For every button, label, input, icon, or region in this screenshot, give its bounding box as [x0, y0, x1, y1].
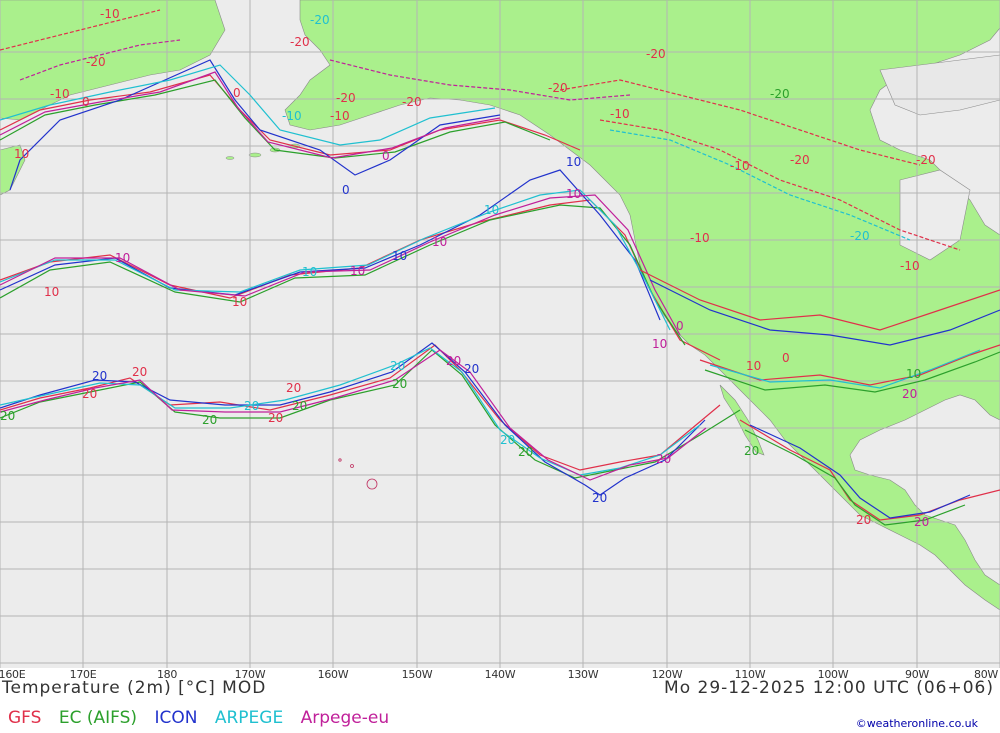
label-20: 20: [286, 381, 301, 395]
label-minus10: -10: [50, 87, 70, 101]
label-minus20: -20: [548, 81, 568, 95]
label-minus20: -20: [916, 153, 936, 167]
label-10: 10: [350, 264, 365, 278]
label-20: 20: [500, 433, 515, 447]
weatheronline-credit-link[interactable]: ©weatheronline.co.uk: [856, 717, 978, 730]
label-20: 20: [518, 445, 533, 459]
label-0: 0: [782, 351, 790, 365]
label-0: 0: [342, 183, 350, 197]
label-10: 10: [14, 147, 29, 161]
legend-gfs: GFS: [8, 708, 42, 728]
legend-arpege-eu: Arpege-eu: [300, 708, 390, 728]
label-0: 0: [82, 95, 90, 109]
label-10: 10: [432, 235, 447, 249]
longitude-label: 150W: [401, 668, 433, 681]
label-10: 10: [302, 265, 317, 279]
label-20: 20: [902, 387, 917, 401]
label-10: 10: [566, 155, 581, 169]
legend-icon: ICON: [154, 708, 198, 728]
longitude-label: 140W: [484, 668, 516, 681]
label-20: 20: [92, 369, 107, 383]
temperature-map: 20 20 20 20 20 20 20 20 20 20 20 20 20 2…: [0, 0, 1000, 668]
label-20: 20: [268, 411, 283, 425]
label-minus20: -20: [336, 91, 356, 105]
label-10: 10: [652, 337, 667, 351]
label-minus20: -20: [290, 35, 310, 49]
label-10: 10: [44, 285, 59, 299]
label-20: 20: [390, 359, 405, 373]
longitude-label: 130W: [567, 668, 599, 681]
label-10: 10: [906, 367, 921, 381]
map-title: Temperature (2m) [°C] MOD: [2, 678, 267, 698]
label-minus10: -10: [730, 159, 750, 173]
label-20: 20: [0, 409, 15, 423]
label-0: 0: [676, 319, 684, 333]
label-20: 20: [132, 365, 147, 379]
label-20: 20: [464, 362, 479, 376]
label-minus10: -10: [330, 109, 350, 123]
label-minus10: -10: [690, 231, 710, 245]
legend-arpege: ARPEGE: [214, 708, 284, 728]
label-20: 20: [656, 452, 671, 466]
label-10: 10: [115, 251, 130, 265]
legend-ec-aifs: EC (AIFS): [58, 708, 138, 728]
longitude-label: 160W: [317, 668, 349, 681]
model-legend: GFS EC (AIFS) ICON ARPEGE Arpege-eu: [8, 708, 401, 728]
label-0: 0: [233, 86, 241, 100]
label-20: 20: [856, 513, 871, 527]
label-10: 10: [232, 295, 247, 309]
label-20: 20: [914, 515, 929, 529]
label-20: 20: [446, 354, 461, 368]
label-minus20: -20: [790, 153, 810, 167]
label-10: 10: [392, 249, 407, 263]
label-20: 20: [292, 399, 307, 413]
label-10: 10: [566, 187, 581, 201]
label-20: 20: [392, 377, 407, 391]
map-footer: 160E 170E 180 170W 160W 150W 140W 130W 120W 110W 1…: [0, 668, 1000, 733]
label-0: 0: [382, 149, 390, 163]
label-minus10: -10: [900, 259, 920, 273]
label-20: 20: [244, 399, 259, 413]
label-minus10: -10: [100, 7, 120, 21]
label-minus20: -20: [646, 47, 666, 61]
label-minus20: -20: [310, 13, 330, 27]
label-10: 10: [746, 359, 761, 373]
forecast-datetime: Mo 29-12-2025 12:00 UTC (06+06): [664, 678, 994, 698]
label-minus20: -20: [770, 87, 790, 101]
label-20: 20: [202, 413, 217, 427]
label-minus20: -20: [402, 95, 422, 109]
label-minus10: -10: [282, 109, 302, 123]
label-minus20: -20: [850, 229, 870, 243]
label-10: 10: [484, 203, 499, 217]
label-20: 20: [744, 444, 759, 458]
label-20: 20: [82, 387, 97, 401]
label-20: 20: [592, 491, 607, 505]
label-minus20: -20: [86, 55, 106, 69]
label-minus10: -10: [610, 107, 630, 121]
